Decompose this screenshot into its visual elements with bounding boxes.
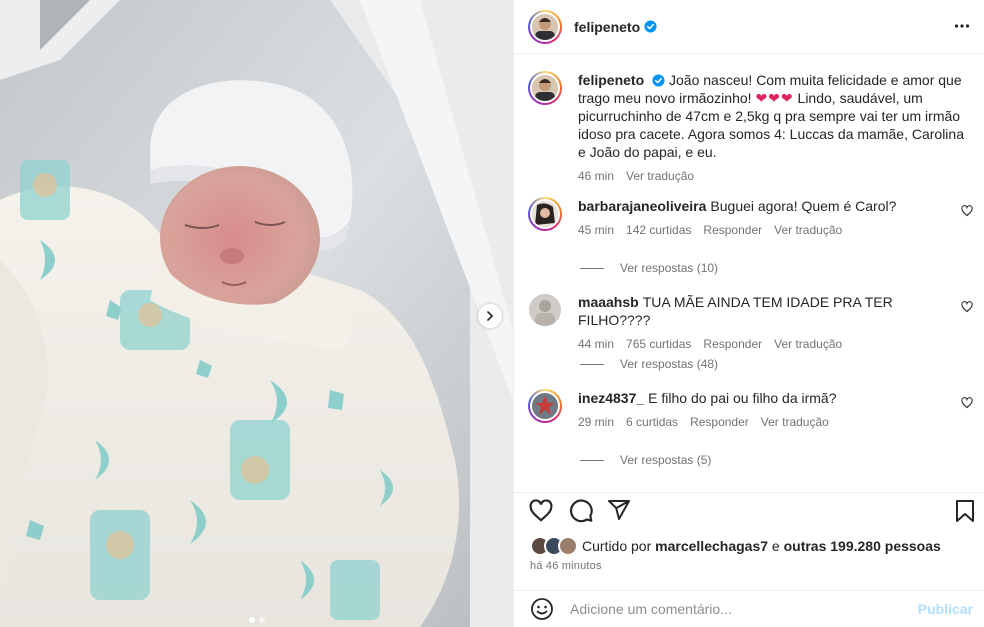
add-comment-bar: Publicar (514, 590, 984, 627)
comment-item: inez4837_ E filho do pai ou filho da irmã… (528, 389, 973, 429)
comment-text: Buguei agora! Quem é Carol? (710, 198, 897, 214)
carousel-indicator (0, 617, 513, 623)
verified-icon (644, 20, 657, 33)
view-replies-label: Ver respostas (10) (620, 261, 719, 275)
next-slide-button[interactable] (478, 304, 502, 328)
comment-likes[interactable]: 765 curtidas (626, 337, 691, 351)
caption-username[interactable]: felipeneto (578, 72, 644, 88)
view-replies-label: Ver respostas (5) (620, 453, 712, 467)
caption-translate-button[interactable]: Ver tradução (626, 169, 694, 183)
author-avatar[interactable] (528, 9, 562, 44)
view-replies-button[interactable]: Ver respostas (5) (580, 453, 711, 467)
comment-time[interactable]: 29 min (578, 415, 614, 429)
translate-button[interactable]: Ver tradução (774, 223, 842, 237)
comment-input[interactable] (570, 601, 900, 617)
caption-time[interactable]: 46 min (578, 169, 614, 183)
heart-icon[interactable] (961, 397, 973, 409)
post-photo (0, 0, 513, 627)
replies-divider (580, 363, 604, 365)
comment-time[interactable]: 45 min (578, 223, 614, 237)
caption-author-avatar[interactable] (528, 71, 562, 105)
author-username[interactable]: felipeneto (574, 19, 640, 35)
view-replies-button[interactable]: Ver respostas (10) (580, 261, 718, 275)
comment-username[interactable]: barbarajaneoliveira (578, 198, 706, 214)
share-icon[interactable] (607, 498, 631, 522)
likes-user[interactable]: marcellechagas7 (655, 538, 768, 554)
post-caption: felipeneto João nasceu! Com muita felici… (528, 71, 973, 183)
likes-others[interactable]: outras 199.280 pessoas (784, 538, 941, 554)
avatar-image (530, 391, 560, 421)
liker-avatar (558, 536, 578, 556)
reply-button[interactable]: Responder (703, 223, 762, 237)
caption-text: felipeneto João nasceu! Com muita felici… (578, 71, 973, 161)
bookmark-icon[interactable] (954, 498, 976, 524)
reply-button[interactable]: Responder (690, 415, 749, 429)
comment-username[interactable]: maaahsb (578, 294, 639, 310)
translate-button[interactable]: Ver tradução (761, 415, 829, 429)
comment-icon[interactable] (568, 498, 594, 524)
chevron-right-icon (487, 311, 493, 321)
comment-item: maaahsb TUA MÃE AINDA TEM IDADE PRA TER F… (528, 293, 973, 351)
comment-likes[interactable]: 6 curtidas (626, 415, 678, 429)
carousel-dot (258, 617, 265, 623)
comment-time[interactable]: 44 min (578, 337, 614, 351)
replies-divider (580, 459, 604, 461)
post-timestamp[interactable]: há 46 minutos (530, 560, 602, 572)
view-replies-button[interactable]: Ver respostas (48) (580, 357, 718, 371)
commenter-avatar[interactable] (529, 294, 561, 326)
comment-text: E filho do pai ou filho da irmã? (648, 390, 837, 406)
more-options-icon[interactable] (954, 18, 970, 34)
avatar-image (530, 199, 560, 229)
likes-summary: Curtido por marcellechagas7 e outras 199… (530, 536, 941, 556)
emoji-icon[interactable] (530, 597, 554, 621)
commenter-avatar[interactable] (528, 197, 562, 231)
post-actions-bar (514, 492, 984, 532)
comments-section[interactable]: felipeneto João nasceu! Com muita felici… (514, 55, 984, 492)
reply-button[interactable]: Responder (703, 337, 762, 351)
view-replies-label: Ver respostas (48) (620, 357, 719, 371)
liker-avatars (530, 536, 578, 556)
heart-emojis: ❤❤❤ (755, 90, 794, 106)
post-side-panel: felipeneto felipeneto João nasceu! Com m… (513, 0, 984, 627)
heart-icon[interactable] (961, 301, 973, 313)
translate-button[interactable]: Ver tradução (774, 337, 842, 351)
newborn-photo-image (0, 0, 513, 627)
publish-button[interactable]: Publicar (918, 601, 973, 617)
comment-likes[interactable]: 142 curtidas (626, 223, 691, 237)
avatar-image (530, 11, 560, 42)
caption-meta: 46 min Ver tradução (578, 169, 973, 183)
post-header: felipeneto (514, 0, 984, 54)
verified-icon (652, 74, 665, 87)
commenter-avatar[interactable] (528, 389, 562, 423)
carousel-dot (248, 617, 255, 623)
heart-icon[interactable] (961, 205, 973, 217)
likes-middle: e (771, 538, 780, 554)
comment-item: barbarajaneoliveira Buguei agora! Quem é … (528, 197, 973, 237)
avatar-image (530, 73, 560, 103)
replies-divider (580, 267, 604, 269)
heart-icon[interactable] (528, 498, 554, 524)
comment-username[interactable]: inez4837_ (578, 390, 644, 406)
likes-prefix: Curtido por (582, 538, 652, 554)
